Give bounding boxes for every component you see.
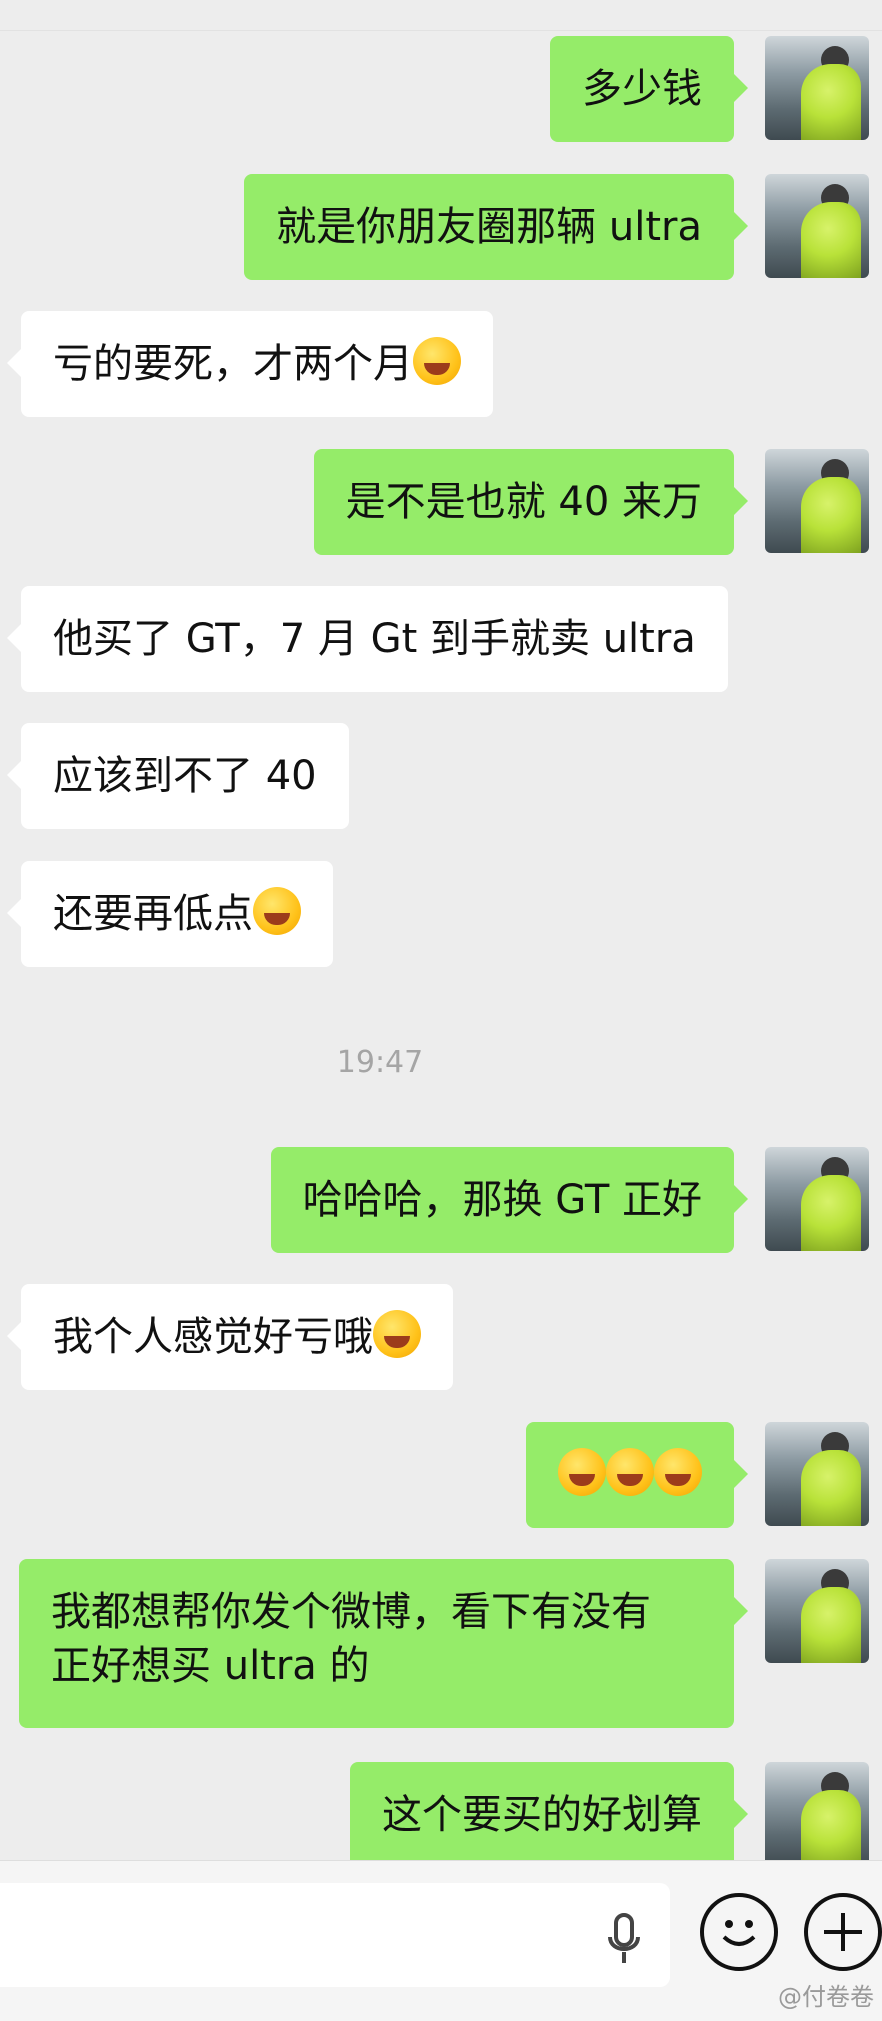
- message-text: 就是你朋友圈那辆 ultra: [276, 204, 702, 250]
- message-out: 这个要买的好划算: [0, 1762, 882, 1868]
- message-in: 应该到不了 40: [0, 723, 882, 829]
- mic-icon[interactable]: [604, 1913, 644, 1965]
- message-bubble[interactable]: 多少钱: [550, 36, 748, 142]
- message-text: 应该到不了 40: [53, 753, 317, 799]
- message-text: 是不是也就 40 来万: [345, 479, 702, 525]
- message-text: 哈哈哈，那换 GT 正好: [302, 1177, 702, 1223]
- avatar[interactable]: [765, 1559, 869, 1663]
- message-bubble[interactable]: [526, 1422, 748, 1528]
- message-bubble[interactable]: 我都想帮你发个微博，看下有没有 正好想买 ultra 的: [19, 1559, 748, 1728]
- message-text: 亏的要死，才两个月: [53, 341, 413, 387]
- message-text: 还要再低点: [53, 891, 253, 937]
- message-text-line2: 正好想买 ultra 的: [51, 1643, 370, 1689]
- avatar[interactable]: [765, 1762, 869, 1866]
- avatar[interactable]: [765, 174, 869, 278]
- plus-icon[interactable]: [804, 1893, 882, 1971]
- message-bubble[interactable]: 应该到不了 40: [7, 723, 349, 829]
- laughing-crying-emoji-icon: [373, 1310, 421, 1358]
- chat-input-bar: [0, 1860, 882, 2021]
- message-bubble[interactable]: 还要再低点: [7, 861, 333, 967]
- message-out: 就是你朋友圈那辆 ultra: [0, 174, 882, 280]
- message-text-line1: 我都想帮你发个微博，看下有没有: [51, 1589, 651, 1635]
- message-in: 亏的要死，才两个月: [0, 311, 882, 417]
- message-out: 是不是也就 40 来万: [0, 449, 882, 555]
- message-in: 还要再低点: [0, 861, 882, 967]
- message-out: 我都想帮你发个微博，看下有没有 正好想买 ultra 的: [0, 1559, 882, 1728]
- message-bubble[interactable]: 是不是也就 40 来万: [313, 449, 749, 555]
- top-divider: [0, 0, 882, 31]
- laughing-crying-emoji-icon: [606, 1448, 654, 1496]
- message-in: 他买了 GT，7 月 Gt 到手就卖 ultra: [0, 586, 882, 692]
- watermark: @付卷卷: [778, 1983, 874, 2011]
- message-input[interactable]: [0, 1883, 670, 1987]
- laughing-crying-emoji-icon: [413, 337, 461, 385]
- message-bubble[interactable]: 哈哈哈，那换 GT 正好: [270, 1147, 749, 1253]
- message-bubble[interactable]: 就是你朋友圈那辆 ultra: [244, 174, 748, 280]
- message-text: 这个要买的好划算: [382, 1792, 702, 1838]
- smile-icon[interactable]: [700, 1893, 778, 1971]
- message-out: 哈哈哈，那换 GT 正好: [0, 1147, 882, 1253]
- message-bubble[interactable]: 这个要买的好划算: [350, 1762, 748, 1868]
- laughing-crying-emoji-icon: [253, 887, 301, 935]
- message-bubble[interactable]: 亏的要死，才两个月: [7, 311, 493, 417]
- message-out: 多少钱: [0, 36, 882, 142]
- avatar[interactable]: [765, 1422, 869, 1526]
- avatar[interactable]: [765, 449, 869, 553]
- message-bubble[interactable]: 他买了 GT，7 月 Gt 到手就卖 ultra: [7, 586, 728, 692]
- message-bubble[interactable]: 我个人感觉好亏哦: [7, 1284, 453, 1390]
- avatar[interactable]: [765, 1147, 869, 1251]
- message-in: 我个人感觉好亏哦: [0, 1284, 882, 1390]
- laughing-crying-emoji-icon: [558, 1448, 606, 1496]
- avatar[interactable]: [765, 36, 869, 140]
- message-text: 他买了 GT，7 月 Gt 到手就卖 ultra: [53, 616, 696, 662]
- laughing-crying-emoji-icon: [654, 1448, 702, 1496]
- message-text: 多少钱: [582, 66, 702, 112]
- message-text: 我个人感觉好亏哦: [53, 1314, 373, 1360]
- message-out: [0, 1422, 882, 1528]
- chat-timestamp: 19:47: [336, 1045, 424, 1080]
